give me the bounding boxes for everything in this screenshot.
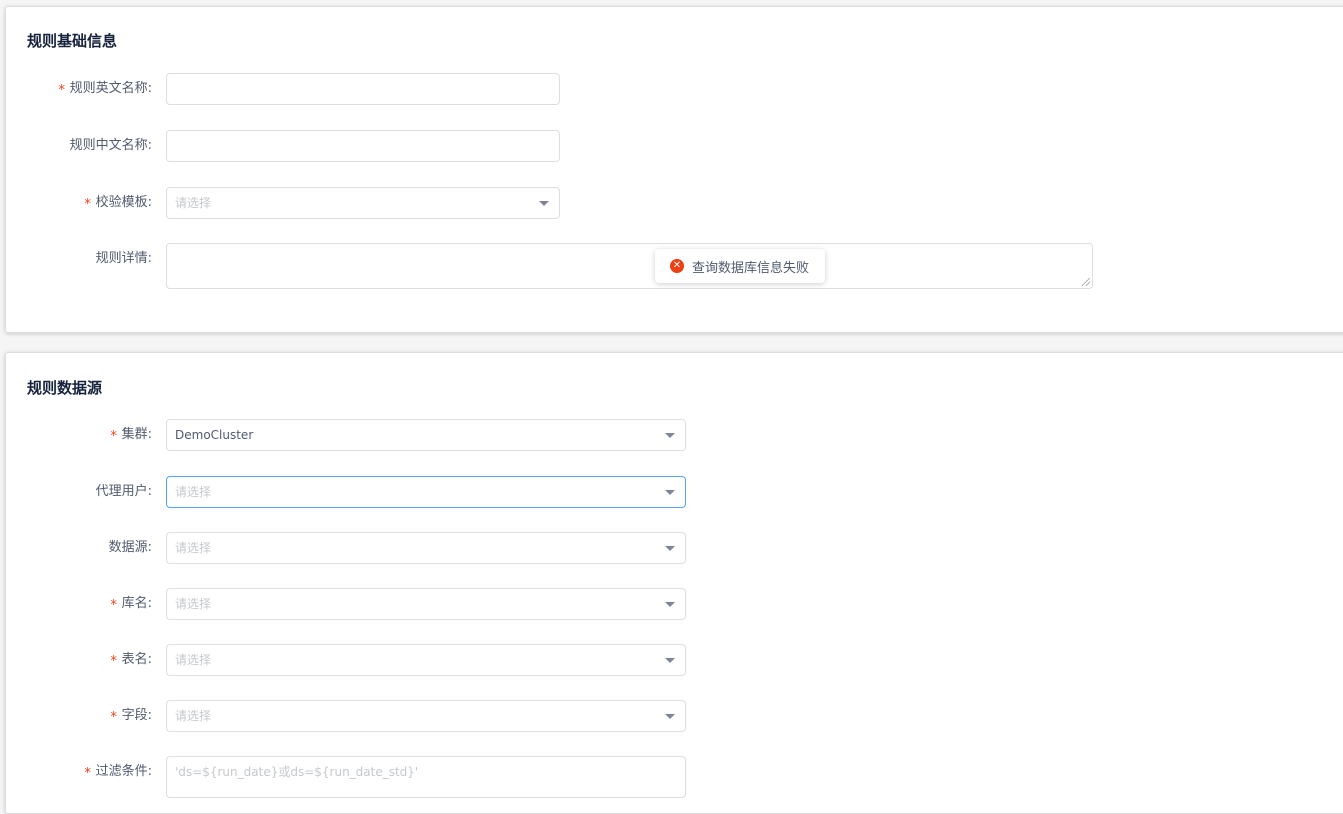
basic-info-title: 规则基础信息 <box>27 32 118 50</box>
table-name-select[interactable]: 请选择 <box>166 644 686 676</box>
resize-handle-icon[interactable] <box>1082 278 1090 286</box>
form-row-column: * 字段: 请选择 <box>6 700 1343 732</box>
filter-input[interactable]: 'ds=${run_date}或ds=${run_date_std}' <box>166 756 686 798</box>
form-row-check-template: * 校验模板: 请选择 <box>6 187 1343 219</box>
check-template-select[interactable]: 请选择 <box>166 187 560 219</box>
proxy-user-placeholder: 请选择 <box>175 485 212 499</box>
check-template-placeholder: 请选择 <box>175 196 212 210</box>
db-name-label: * 库名: <box>109 596 152 613</box>
chevron-down-icon <box>665 602 675 607</box>
form-row-datasource: 数据源: 请选择 <box>6 532 1343 564</box>
table-name-placeholder: 请选择 <box>175 653 212 667</box>
error-message-text: 查询数据库信息失败 <box>692 260 810 276</box>
rule-cn-name-input[interactable] <box>166 130 560 162</box>
cluster-select[interactable]: DemoCluster <box>166 419 686 451</box>
db-name-select[interactable]: 请选择 <box>166 588 686 620</box>
chevron-down-icon <box>665 433 675 438</box>
filter-placeholder: 'ds=${run_date}或ds=${run_date_std}' <box>175 765 419 779</box>
column-select[interactable]: 请选择 <box>166 700 686 732</box>
chevron-down-icon <box>539 201 549 206</box>
rule-cn-name-label: 规则中文名称: <box>69 138 152 153</box>
cluster-value: DemoCluster <box>175 428 254 442</box>
column-label: * 字段: <box>109 708 152 725</box>
datasource-select[interactable]: 请选择 <box>166 532 686 564</box>
chevron-down-icon <box>665 658 675 663</box>
form-row-rule-en-name: * 规则英文名称: <box>6 73 1343 105</box>
form-row-rule-cn-name: 规则中文名称: <box>6 130 1343 162</box>
rule-detail-textarea[interactable] <box>166 243 1093 289</box>
cluster-label: * 集群: <box>109 427 152 444</box>
chevron-down-icon <box>665 714 675 719</box>
datasource-label: 数据源: <box>108 540 152 555</box>
form-row-proxy-user: 代理用户: 请选择 <box>6 476 1343 508</box>
filter-label: * 过滤条件: <box>83 764 152 781</box>
chevron-down-icon <box>665 490 675 495</box>
data-source-card: 规则数据源 * 集群: DemoCluster 代理用户: 请选择 数据源: 请选… <box>5 352 1343 814</box>
chevron-down-icon <box>665 546 675 551</box>
error-message-toast: ✕ 查询数据库信息失败 <box>655 249 826 283</box>
check-template-label: * 校验模板: <box>83 195 152 212</box>
basic-info-card: 规则基础信息 * 规则英文名称: 规则中文名称: * 校验模板: 请选择 规则详情: <box>5 6 1343 333</box>
proxy-user-label: 代理用户: <box>95 484 152 499</box>
error-circle-icon: ✕ <box>670 259 684 273</box>
column-placeholder: 请选择 <box>175 709 212 723</box>
form-row-db-name: * 库名: 请选择 <box>6 588 1343 620</box>
datasource-placeholder: 请选择 <box>175 541 212 555</box>
table-name-label: * 表名: <box>109 652 152 669</box>
form-row-cluster: * 集群: DemoCluster <box>6 419 1343 451</box>
rule-en-name-label: * 规则英文名称: <box>57 81 152 98</box>
form-row-filter: * 过滤条件: 'ds=${run_date}或ds=${run_date_std… <box>6 756 1343 798</box>
rule-detail-label: 规则详情: <box>95 251 152 266</box>
proxy-user-select[interactable]: 请选择 <box>166 476 686 508</box>
rule-en-name-input[interactable] <box>166 73 560 105</box>
data-source-title: 规则数据源 <box>27 379 103 397</box>
db-name-placeholder: 请选择 <box>175 597 212 611</box>
form-row-table-name: * 表名: 请选择 <box>6 644 1343 676</box>
